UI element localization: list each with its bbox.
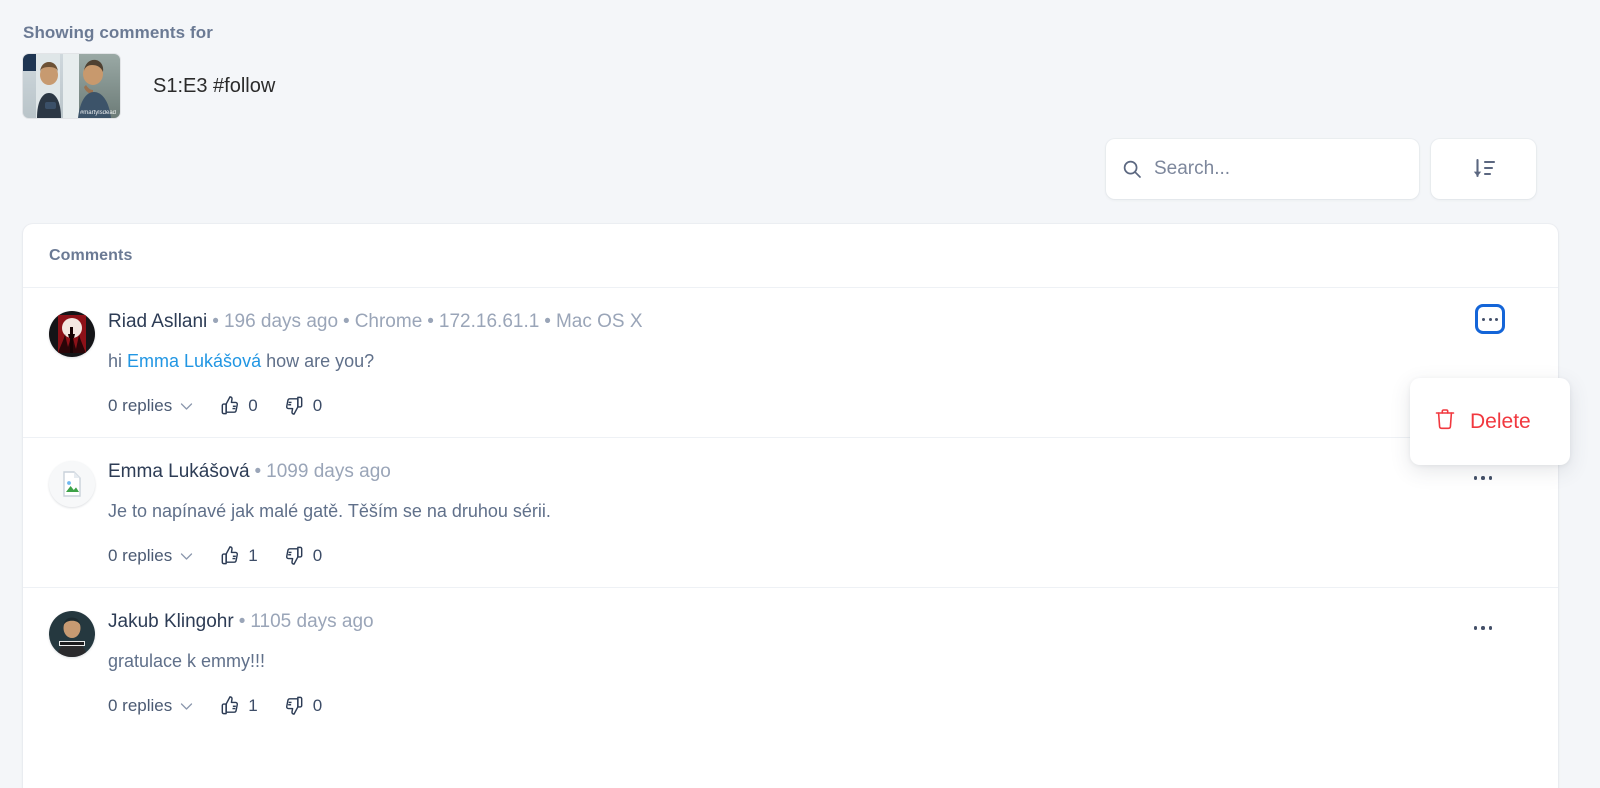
like-count: 1 (248, 695, 258, 715)
video-summary-row: #martylsdead S1:E3 #follow (23, 54, 823, 118)
like-count: 0 (248, 395, 258, 415)
comment-row: Riad Asllani • 196 days ago • Chrome • 172.16.… (23, 288, 1570, 465)
comment-menu-button[interactable] (1475, 304, 1505, 334)
comment-text-before: Je to napínavé jak malé gatě. Těším se n… (108, 501, 551, 521)
kebab-dot (1481, 626, 1485, 630)
comments-page: Showing comments for #martylsdead S1:E3 … (0, 0, 1600, 788)
thumbs-up-icon (218, 694, 241, 717)
meta-separator: • (212, 311, 219, 332)
thumbs-down-icon (283, 544, 306, 567)
kebab-dot (1481, 476, 1485, 480)
replies-toggle[interactable]: 0 replies (108, 546, 193, 566)
comment-author: Riad Asllani (108, 311, 208, 332)
dislike-button[interactable]: 0 (283, 544, 322, 567)
video-thumbnail: #martylsdead (23, 54, 120, 118)
like-count: 1 (248, 545, 258, 565)
comment-meta: Jakub Klingohr • 1105 days ago (108, 609, 1532, 635)
thumbs-up-icon (218, 394, 241, 417)
comment-row: Emma Lukášová • 1099 days ago Je to napína… (23, 438, 1558, 588)
comments-card-header: Comments (23, 224, 1558, 288)
meta-separator: • (544, 311, 551, 332)
chevron-down-icon (180, 696, 193, 716)
meta-separator: • (254, 461, 262, 482)
svg-text:#martylsdead: #martylsdead (80, 110, 116, 116)
dislike-count: 0 (312, 695, 323, 715)
comment-text: gratulace k emmy!!! (108, 648, 1532, 674)
page-title: Showing comments for (23, 23, 213, 42)
avatar (49, 311, 95, 357)
dislike-count: 0 (312, 395, 323, 415)
kebab-dot (1473, 626, 1478, 630)
delete-label: Delete (1470, 409, 1531, 433)
comment-text-after: how are you? (261, 351, 375, 371)
dislike-count: 0 (312, 545, 323, 565)
comment-menu-button[interactable] (1468, 468, 1498, 488)
comment-menu-button[interactable] (1468, 618, 1498, 638)
comment-browser: Chrome (354, 311, 423, 332)
comment-meta: Emma Lukášová • 1099 days ago (108, 459, 1532, 485)
meta-separator: • (427, 311, 434, 332)
comment-author: Jakub Klingohr (108, 611, 234, 632)
comment-meta: Riad Asllani • 196 days ago • Chrome • 172.16.… (108, 309, 1532, 335)
replies-toggle[interactable]: 0 replies (108, 396, 193, 416)
thumbs-up-icon (218, 544, 241, 567)
comment-os: Mac OS X (555, 311, 643, 332)
replies-toggle[interactable]: 0 replies (108, 696, 193, 716)
thumbs-down-icon (283, 394, 306, 417)
comments-toolbar (1106, 139, 1536, 199)
like-button[interactable]: 1 (218, 544, 258, 567)
search-icon (1122, 159, 1142, 179)
dislike-button[interactable]: 0 (283, 394, 322, 417)
video-title-label: S1:E3 #follow (153, 75, 276, 97)
comment-actions: 0 replies 0 0 (108, 394, 1532, 417)
replies-count-label: 0 replies (108, 545, 173, 565)
comment-actions: 0 replies 1 0 (108, 694, 1532, 717)
comment-timestamp: 196 days ago (223, 311, 339, 332)
kebab-dot (1488, 317, 1492, 321)
kebab-dot (1495, 317, 1498, 321)
search-box[interactable] (1106, 139, 1419, 199)
comments-heading: Comments (49, 246, 133, 264)
replies-count-label: 0 replies (108, 395, 173, 415)
chevron-down-icon (180, 396, 193, 416)
like-button[interactable]: 0 (218, 394, 258, 417)
comment-row: Jakub Klingohr • 1105 days ago gratulace k… (23, 588, 1558, 737)
comment-context-menu: Delete (1410, 378, 1570, 465)
comment-author: Emma Lukášová (108, 461, 250, 482)
comment-timestamp: 1099 days ago (266, 461, 391, 482)
comment-actions: 0 replies 1 0 (108, 544, 1532, 567)
comment-ip: 172.16.61.1 (438, 311, 540, 332)
kebab-dot (1473, 476, 1478, 480)
chevron-down-icon (180, 546, 193, 566)
meta-separator: • (343, 311, 350, 332)
showing-comments-header: Showing comments for #martylsdead S1:E3 … (23, 20, 823, 118)
comment-mention-link[interactable]: Emma Lukášová (127, 351, 261, 371)
comment-text: Je to napínavé jak malé gatě. Těším se n… (108, 498, 1532, 524)
kebab-dot (1488, 626, 1493, 630)
kebab-dot (1482, 317, 1485, 321)
sort-descending-icon (1471, 156, 1497, 182)
kebab-dot (1488, 476, 1493, 480)
avatar (49, 611, 95, 657)
dislike-button[interactable]: 0 (283, 694, 322, 717)
sort-button[interactable] (1431, 139, 1536, 199)
meta-separator: • (238, 611, 246, 632)
comments-card: Comments Riad Asllani • 196 days ago • C… (23, 224, 1570, 788)
delete-menu-item[interactable]: Delete (1410, 378, 1570, 465)
comment-text-before: hi (108, 351, 128, 371)
comment-text: hi Emma Lukášová how are you? (108, 348, 1532, 374)
replies-count-label: 0 replies (108, 695, 173, 715)
comment-text-before: gratulace k emmy!!! (108, 651, 266, 671)
avatar (49, 461, 95, 507)
search-input[interactable] (1154, 139, 1403, 199)
comment-timestamp: 1105 days ago (250, 611, 374, 632)
thumbs-down-icon (283, 694, 306, 717)
trash-icon (1434, 407, 1456, 436)
like-button[interactable]: 1 (218, 694, 258, 717)
